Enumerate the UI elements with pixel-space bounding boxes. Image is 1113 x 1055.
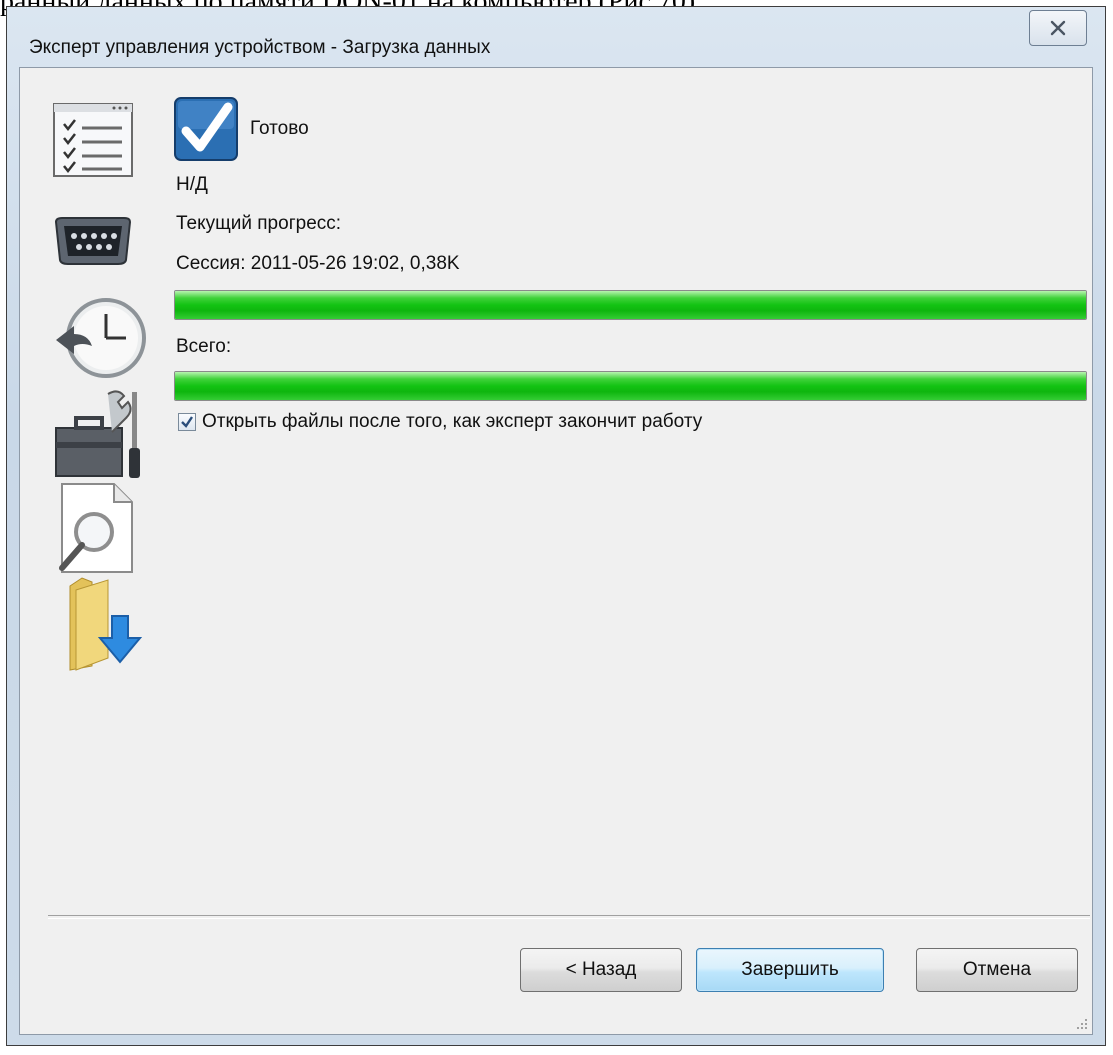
open-files-checkbox[interactable] bbox=[178, 413, 196, 431]
check-mark-icon bbox=[181, 416, 193, 428]
checkmark-icon bbox=[174, 97, 238, 161]
title-bar[interactable]: Эксперт управления устройством - Загрузк… bbox=[7, 7, 1105, 67]
current-progress-bar bbox=[174, 290, 1087, 320]
wizard-content: Готово Н/Д Текущий прогресс: Сессия: 201… bbox=[19, 67, 1093, 1035]
resize-grip-icon[interactable] bbox=[1075, 1017, 1089, 1031]
finish-button[interactable]: Завершить bbox=[696, 948, 884, 992]
clock-icon bbox=[56, 298, 146, 378]
search-document-icon bbox=[59, 483, 133, 573]
cancel-button[interactable]: Отмена bbox=[916, 948, 1078, 992]
window-title: Эксперт управления устройством - Загрузк… bbox=[29, 37, 491, 58]
toolbox-icon bbox=[55, 390, 140, 478]
total-progress-label: Всего: bbox=[176, 336, 232, 357]
footer-separator bbox=[48, 915, 1090, 919]
open-files-label[interactable]: Открыть файлы после того, как эксперт за… bbox=[202, 411, 702, 433]
close-icon bbox=[1050, 20, 1066, 36]
status-label: Готово bbox=[250, 118, 309, 139]
status-detail: Н/Д bbox=[176, 174, 208, 195]
serial-port-icon bbox=[54, 217, 132, 265]
close-button[interactable] bbox=[1029, 10, 1087, 46]
current-progress-fill bbox=[175, 291, 1086, 319]
back-button[interactable]: < Назад bbox=[520, 948, 682, 992]
total-progress-fill bbox=[175, 372, 1086, 400]
total-progress-bar bbox=[174, 371, 1087, 401]
wizard-window: Эксперт управления устройством - Загрузк… bbox=[6, 6, 1106, 1046]
session-label: Сессия: 2011-05-26 19:02, 0,38K bbox=[176, 253, 460, 274]
folder-download-icon bbox=[69, 577, 143, 671]
checklist-icon bbox=[53, 103, 133, 177]
open-files-option[interactable]: Открыть файлы после того, как эксперт за… bbox=[178, 411, 702, 433]
current-progress-label: Текущий прогресс: bbox=[176, 213, 342, 234]
